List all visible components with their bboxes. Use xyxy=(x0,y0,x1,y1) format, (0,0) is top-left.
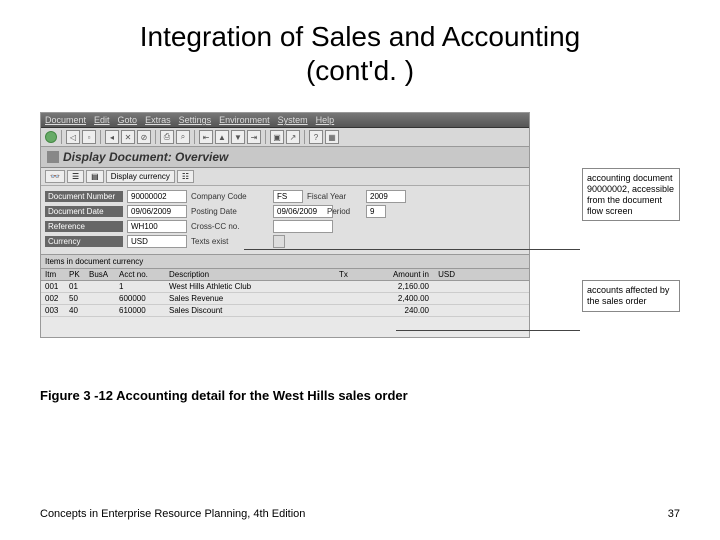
menu-edit[interactable]: Edit xyxy=(94,115,110,125)
col-desc: Description xyxy=(169,270,339,279)
period-field[interactable]: 9 xyxy=(366,205,386,218)
cross-cc-label: Cross-CC no. xyxy=(191,222,269,231)
callout-line-2 xyxy=(396,330,580,331)
doc-num-label: Document Number xyxy=(45,191,123,202)
app-toolbar: 👓 ☰ ▤ Display currency ☷ xyxy=(41,168,529,186)
table-row[interactable]: 003 40 610000 Sales Discount 240.00 xyxy=(41,305,529,317)
nav-exit-icon[interactable]: ✕ xyxy=(121,130,135,144)
annotation-accounts: accounts affected by the sales order xyxy=(582,280,680,312)
table-header: Itm PK BusA Acct no. Description Tx Amou… xyxy=(41,269,529,281)
col-itm: Itm xyxy=(41,270,69,279)
shortcut-icon[interactable]: ↗ xyxy=(286,130,300,144)
annotation-doc-number: accounting document 90000002, accessible… xyxy=(582,168,680,221)
figure-caption: Figure 3 -12 Accounting detail for the W… xyxy=(40,388,680,403)
find-icon[interactable]: ⌕ xyxy=(176,130,190,144)
doc-num-field[interactable]: 90000002 xyxy=(127,190,187,203)
cross-cc-field[interactable] xyxy=(273,220,333,233)
last-page-icon[interactable]: ⇥ xyxy=(247,130,261,144)
callout-line-1 xyxy=(244,249,580,250)
next-page-icon[interactable]: ▼ xyxy=(231,130,245,144)
screen-title: Display Document: Overview xyxy=(63,150,228,164)
nav-cancel-icon[interactable]: ⊘ xyxy=(137,130,151,144)
currency-label: Currency xyxy=(45,236,123,247)
line-items-header: Items in document currency xyxy=(41,254,529,269)
menubar: Document Edit Goto Extras Settings Envir… xyxy=(41,113,529,128)
document-header-form: Document Number 90000002 Company Code FS… xyxy=(41,186,529,254)
reference-field[interactable]: WH100 xyxy=(127,220,187,233)
fiscal-year-label: Fiscal Year xyxy=(307,192,362,201)
first-page-icon[interactable]: ⇤ xyxy=(199,130,213,144)
company-code-field[interactable]: FS xyxy=(273,190,303,203)
nav-back-icon[interactable]: ◂ xyxy=(105,130,119,144)
posting-date-label: Posting Date xyxy=(191,207,269,216)
col-busa: BusA xyxy=(89,270,119,279)
doc-date-field[interactable]: 09/06/2009 xyxy=(127,205,187,218)
enter-icon[interactable] xyxy=(45,131,57,143)
col-tx: Tx xyxy=(339,270,359,279)
document-icon xyxy=(47,151,59,163)
overview-icon[interactable]: ☷ xyxy=(177,170,194,183)
col-amount: Amount in xyxy=(359,270,429,279)
menu-system[interactable]: System xyxy=(278,115,308,125)
slide-title: Integration of Sales and Accounting (con… xyxy=(0,0,720,97)
texts-exist-label: Texts exist xyxy=(191,237,269,246)
col-pk: PK xyxy=(69,270,89,279)
period-label: Period xyxy=(327,207,362,216)
page-number: 37 xyxy=(668,508,680,520)
currency-field[interactable]: USD xyxy=(127,235,187,248)
prev-page-icon[interactable]: ▲ xyxy=(215,130,229,144)
help-icon[interactable]: ? xyxy=(309,130,323,144)
tree-icon[interactable]: ☰ xyxy=(67,170,84,183)
menu-settings[interactable]: Settings xyxy=(179,115,212,125)
back-icon[interactable]: ◁ xyxy=(66,130,80,144)
col-acct: Acct no. xyxy=(119,270,169,279)
company-code-label: Company Code xyxy=(191,192,269,201)
doc-date-label: Document Date xyxy=(45,206,123,217)
new-session-icon[interactable]: ▣ xyxy=(270,130,284,144)
table-row[interactable]: 002 50 600000 Sales Revenue 2,400.00 xyxy=(41,293,529,305)
col-currency: USD xyxy=(429,270,459,279)
menu-document[interactable]: Document xyxy=(45,115,86,125)
screen-title-bar: Display Document: Overview xyxy=(41,147,529,168)
reference-label: Reference xyxy=(45,221,123,232)
display-currency-button[interactable]: Display currency xyxy=(106,170,175,183)
save-icon[interactable]: ▫ xyxy=(82,130,96,144)
taxes-icon[interactable]: ▤ xyxy=(86,170,104,183)
menu-goto[interactable]: Goto xyxy=(118,115,138,125)
menu-help[interactable]: Help xyxy=(316,115,335,125)
menu-environment[interactable]: Environment xyxy=(219,115,270,125)
texts-exist-checkbox[interactable] xyxy=(273,235,285,248)
layout-icon[interactable]: ▦ xyxy=(325,130,339,144)
choose-icon[interactable]: 👓 xyxy=(45,170,65,183)
footer-book-title: Concepts in Enterprise Resource Planning… xyxy=(40,508,305,520)
main-toolbar: ◁ ▫ ◂ ✕ ⊘ ⎙ ⌕ ⇤ ▲ ▼ ⇥ ▣ ↗ ? ▦ xyxy=(41,128,529,147)
fiscal-year-field[interactable]: 2009 xyxy=(366,190,406,203)
print-icon[interactable]: ⎙ xyxy=(160,130,174,144)
content-area: Document Edit Goto Extras Settings Envir… xyxy=(40,112,680,338)
posting-date-field[interactable]: 09/06/2009 xyxy=(273,205,333,218)
sap-window: Document Edit Goto Extras Settings Envir… xyxy=(40,112,530,338)
table-row[interactable]: 001 01 1 West Hills Athletic Club 2,160.… xyxy=(41,281,529,293)
menu-extras[interactable]: Extras xyxy=(145,115,171,125)
